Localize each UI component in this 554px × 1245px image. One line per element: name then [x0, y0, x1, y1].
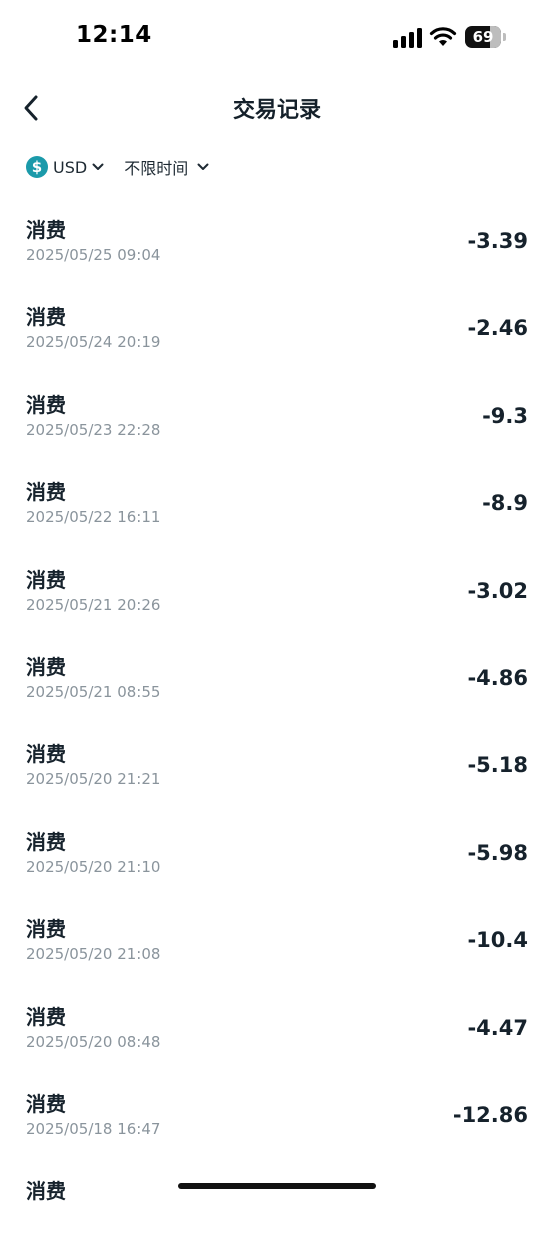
- transaction-type: 消费: [26, 742, 66, 767]
- page-title: 交易记录: [232, 98, 321, 123]
- home-indicator[interactable]: [178, 1183, 376, 1189]
- currency-filter-dropdown[interactable]: $ USD: [26, 156, 104, 178]
- transaction-time: 2025/05/18 16:47: [26, 1119, 161, 1138]
- transaction-time: 2025/05/21 08:55: [26, 682, 161, 701]
- transaction-time: 2025/05/25 09:04: [26, 246, 161, 264]
- transaction-row[interactable]: 消费 2025/05/23 22:28 -9.3: [0, 371, 554, 458]
- transaction-time: 2025/05/23 22:28: [26, 420, 161, 439]
- battery-body: 69: [465, 26, 501, 48]
- transaction-type: 消费: [26, 829, 66, 854]
- transaction-amount: -3.39: [467, 229, 528, 253]
- transaction-type: 消费: [26, 218, 66, 242]
- transaction-type: 消费: [26, 392, 66, 417]
- transaction-amount: -5.98: [467, 840, 528, 865]
- transaction-type: 消费: [26, 654, 66, 679]
- transaction-type: 消费: [26, 1004, 66, 1029]
- transaction-amount: -3.02: [467, 578, 528, 603]
- transaction-row[interactable]: 消费 2025/05/20 21:10 -5.98: [0, 808, 554, 895]
- transaction-row[interactable]: 消费 2025/05/20 08:48 -4.47: [0, 983, 554, 1070]
- transaction-amount: -4.86: [467, 665, 528, 690]
- status-bar: 12:14 69: [0, 0, 554, 74]
- time-filter-label: 不限时间: [124, 159, 189, 178]
- transaction-amount: -9.3: [482, 403, 528, 428]
- transaction-time: 2025/05/20 08:48: [26, 1032, 161, 1051]
- transaction-time: 2025/05/20 21:08: [26, 945, 161, 964]
- transaction-time: 2025/05/20 21:21: [26, 770, 161, 789]
- transaction-type: 消费: [26, 567, 66, 592]
- wifi-icon: [429, 27, 457, 46]
- transaction-amount: -12.86: [452, 1102, 528, 1127]
- transaction-list: 消费 2025/05/25 09:04 -3.39 消费 2025/05/24 …: [0, 196, 554, 1245]
- transaction-row[interactable]: 消费: [0, 1157, 554, 1244]
- transaction-row[interactable]: 消费 2025/05/20 21:21 -5.18: [0, 720, 554, 807]
- battery-icon: 69: [465, 26, 507, 48]
- transaction-type: 消费: [26, 480, 66, 505]
- transaction-row[interactable]: 消费 2025/05/22 16:11 -8.9: [0, 458, 554, 545]
- transaction-row[interactable]: 消费 2025/05/25 09:04 -3.39: [0, 196, 554, 283]
- chevron-down-icon: [197, 163, 209, 170]
- time-filter-dropdown[interactable]: 不限时间: [124, 155, 209, 179]
- transaction-type: 消费: [26, 305, 66, 330]
- dollar-icon: $: [26, 156, 48, 178]
- transaction-amount: -2.46: [467, 316, 528, 341]
- transaction-row[interactable]: 消费 2025/05/20 21:08 -10.4: [0, 895, 554, 982]
- transaction-row[interactable]: 消费 2025/05/21 20:26 -3.02: [0, 546, 554, 633]
- battery-cap: [503, 33, 506, 41]
- transaction-type: 消费: [26, 1091, 66, 1116]
- transaction-time: 2025/05/21 20:26: [26, 595, 161, 614]
- chevron-down-icon: [92, 163, 104, 170]
- transaction-time: 2025/05/24 20:19: [26, 333, 161, 352]
- battery-level: 69: [472, 28, 494, 46]
- filter-bar: $ USD 不限时间: [26, 152, 209, 182]
- transaction-type: 消费: [26, 917, 66, 942]
- transaction-time: 2025/05/20 21:10: [26, 857, 161, 876]
- transaction-time: 2025/05/22 16:11: [26, 508, 161, 527]
- currency-label: USD: [53, 157, 88, 177]
- header: 交易记录: [0, 80, 554, 136]
- transaction-amount: -5.18: [467, 753, 528, 778]
- transaction-amount: -4.47: [467, 1015, 528, 1040]
- transaction-row[interactable]: 消费 2025/05/21 08:55 -4.86: [0, 633, 554, 720]
- transaction-row[interactable]: 消费 2025/05/24 20:19 -2.46: [0, 283, 554, 370]
- transaction-row[interactable]: 消费 2025/05/18 16:47 -12.86: [0, 1070, 554, 1157]
- status-time: 12:14: [76, 22, 152, 48]
- transaction-amount: -10.4: [467, 928, 528, 953]
- signal-icon: [393, 28, 422, 48]
- transaction-amount: -8.9: [482, 491, 528, 516]
